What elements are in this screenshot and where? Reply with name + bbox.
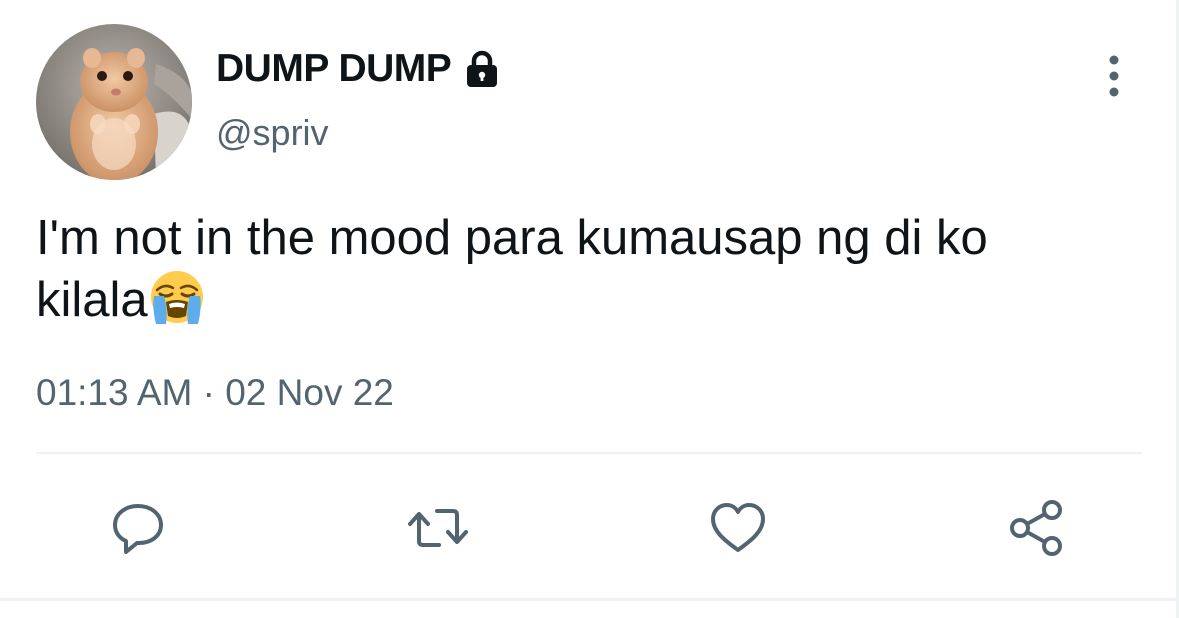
divider bbox=[36, 452, 1142, 454]
tweet-text-line-2: kilala bbox=[36, 268, 1136, 330]
reply-icon bbox=[113, 504, 163, 554]
tweet-text: I'm not in the mood para kumausap ng di … bbox=[36, 208, 1136, 330]
heart-icon bbox=[711, 503, 765, 552]
lock-icon bbox=[461, 48, 503, 90]
share-icon bbox=[1010, 500, 1062, 556]
hamster-avatar-icon bbox=[36, 24, 192, 180]
retweet-button[interactable] bbox=[406, 496, 470, 560]
author-name-row: DUMP DUMP bbox=[216, 44, 503, 94]
like-button[interactable] bbox=[706, 496, 770, 560]
more-vertical-icon[interactable] bbox=[1094, 52, 1134, 100]
loudly-crying-face-emoji-icon bbox=[148, 268, 206, 326]
tweet-card: DUMP DUMP @spriv I'm not in the mood par… bbox=[0, 0, 1179, 600]
share-button[interactable] bbox=[1006, 496, 1070, 560]
retweet-icon bbox=[408, 509, 468, 547]
display-name[interactable]: DUMP DUMP bbox=[216, 47, 452, 91]
handle[interactable]: @spriv bbox=[216, 112, 329, 154]
avatar[interactable] bbox=[36, 24, 192, 180]
reply-button[interactable] bbox=[106, 496, 170, 560]
tweet-text-line-1: I'm not in the mood para kumausap ng di … bbox=[36, 211, 988, 265]
tweet-text-line-2-text: kilala bbox=[36, 273, 148, 327]
tweet-timestamp[interactable]: 01:13 AM · 02 Nov 22 bbox=[36, 372, 394, 414]
bottom-divider bbox=[0, 598, 1179, 601]
